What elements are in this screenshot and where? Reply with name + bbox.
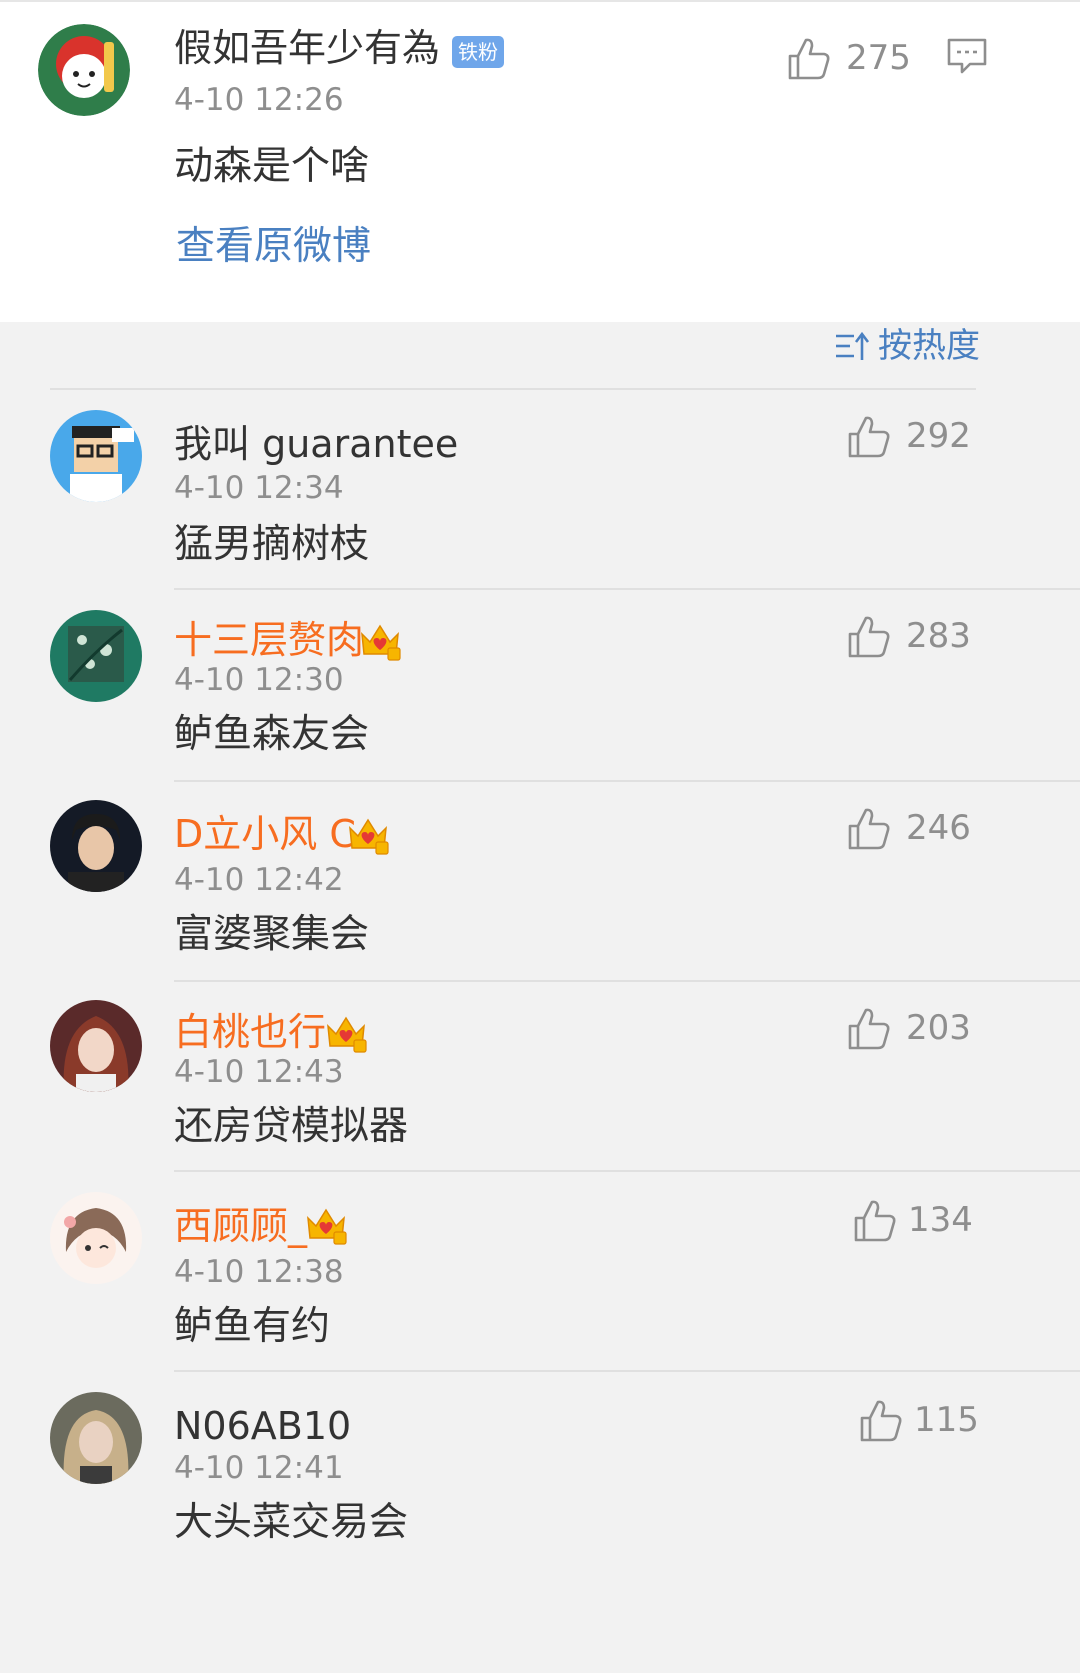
divider [174,588,1080,590]
crown-icon [361,624,401,661]
divider [174,1170,1080,1172]
like-count: 134 [908,1200,973,1240]
avatar[interactable] [50,800,142,892]
author-name[interactable]: 假如吾年少有為 [174,26,440,70]
avatar[interactable] [38,24,130,116]
original-post: 假如吾年少有為 铁粉 4-10 12:26 动森是个啥 查看原微博 275 [0,0,1080,322]
divider [50,388,976,390]
divider [174,1370,1080,1372]
comment-time: 4-10 12:42 [174,862,344,898]
thumbs-up-icon[interactable] [846,806,892,852]
thumbs-up-icon[interactable] [846,614,892,660]
avatar[interactable] [50,1192,142,1284]
comment-author[interactable]: 西顾顾_ [174,1204,307,1248]
post-text: 动森是个啥 [174,144,370,189]
comment-text: 大头菜交易会 [174,1500,409,1545]
sort-icon[interactable] [834,330,870,364]
crown-icon [349,818,389,855]
comment-time: 4-10 12:38 [174,1254,344,1290]
comment-time: 4-10 12:41 [174,1450,344,1486]
view-original-link[interactable]: 查看原微博 [176,224,371,270]
divider [174,980,1080,982]
thumbs-up-icon[interactable] [852,1198,898,1244]
comment-text: 还房贷模拟器 [174,1104,409,1149]
like-count: 275 [846,38,911,78]
like-count: 203 [906,1008,971,1048]
thumbs-up-icon[interactable] [846,414,892,460]
like-count: 283 [906,616,971,656]
post-time: 4-10 12:26 [174,82,344,118]
divider [174,780,1080,782]
fan-badge: 铁粉 [452,36,504,68]
avatar[interactable] [50,410,142,502]
comment-author[interactable]: 十三层赘肉 [174,618,364,662]
comment-text: 猛男摘树枝 [174,522,370,567]
thumbs-up-icon[interactable] [846,1006,892,1052]
crown-icon [327,1016,367,1053]
crown-icon [307,1208,347,1245]
comment-author[interactable]: 我叫 guarantee [174,422,458,466]
like-count: 246 [906,808,971,848]
thumbs-up-icon[interactable] [786,36,832,82]
like-count: 115 [914,1400,979,1440]
comment-author[interactable]: N06AB10 [174,1404,351,1448]
like-count: 292 [906,416,971,456]
comment-time: 4-10 12:34 [174,470,344,506]
avatar[interactable] [50,1392,142,1484]
comment-text: 鲈鱼有约 [174,1304,331,1349]
comment-time: 4-10 12:43 [174,1054,344,1090]
comment-author[interactable]: 白桃也行 [174,1010,326,1054]
comment-author[interactable]: D立小风 C [174,812,356,856]
avatar[interactable] [50,1000,142,1092]
comment-time: 4-10 12:30 [174,662,344,698]
sort-label[interactable]: 按热度 [878,326,980,366]
comment-icon[interactable] [946,36,988,76]
comment-text: 富婆聚集会 [174,912,370,957]
top-divider [0,0,1080,2]
avatar[interactable] [50,610,142,702]
thumbs-up-icon[interactable] [858,1398,904,1444]
comment-text: 鲈鱼森友会 [174,712,370,757]
